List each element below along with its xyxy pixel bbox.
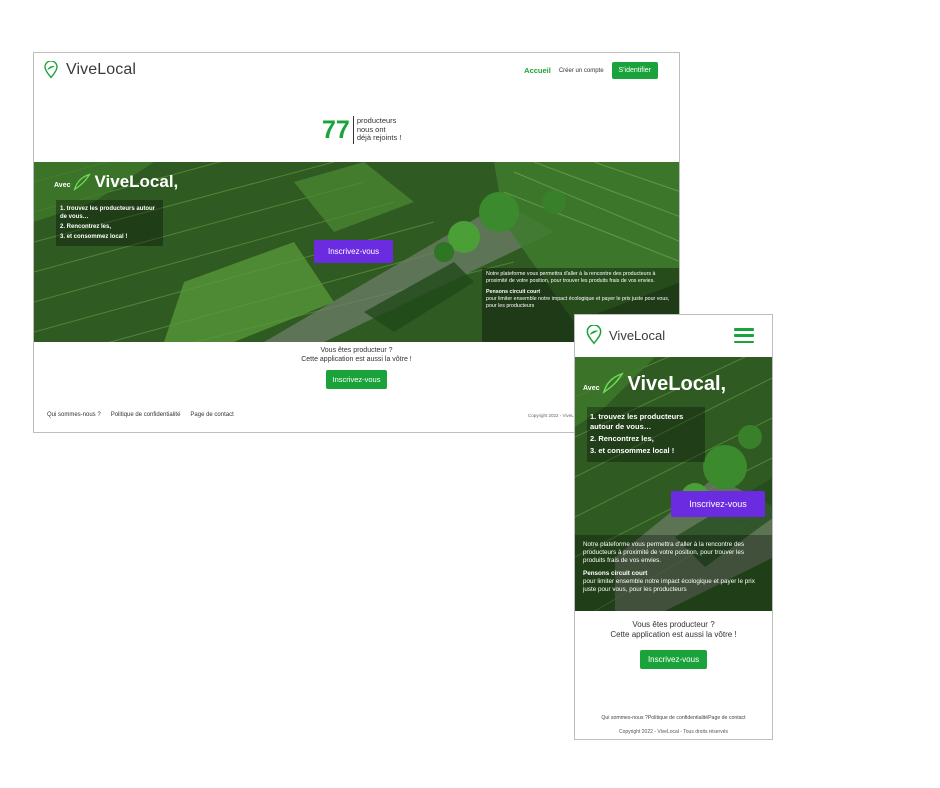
producer-signup-button[interactable]: Inscrivez-vous bbox=[325, 369, 388, 389]
info-text: Notre plateforme vous permettra d'aller … bbox=[583, 541, 745, 565]
hero-brand-title: ViveLocal, bbox=[94, 172, 179, 191]
nav-signup-link[interactable]: Créer un compte bbox=[559, 68, 604, 74]
producer-line-2: Cette application est aussi la vôtre ! bbox=[610, 630, 737, 640]
info-bold: Pensons circuit court bbox=[486, 288, 541, 295]
info-bold: Pensons circuit court bbox=[583, 569, 648, 577]
hero-steps: 1. trouvez les producteurs autour de vou… bbox=[56, 200, 163, 247]
leaf-pin-icon bbox=[44, 61, 58, 79]
mobile-hero-info-box: Notre plateforme vous permettra d'aller … bbox=[575, 535, 772, 611]
counter-number: 77 bbox=[322, 115, 350, 144]
leaf-icon bbox=[603, 372, 625, 394]
mobile-logo[interactable]: ViveLocal bbox=[584, 325, 665, 345]
mobile-producer-signup-button[interactable]: Inscrivez-vous bbox=[639, 649, 708, 669]
footer-links: Qui sommes-nous ? Politique de confident… bbox=[47, 412, 234, 418]
mobile-hero-title: Avec ViveLocal, bbox=[583, 370, 726, 396]
footer-privacy-link[interactable]: Politique de confidentialité bbox=[648, 715, 708, 721]
footer-contact-link[interactable]: Page de contact bbox=[708, 715, 746, 721]
mobile-header: ViveLocal bbox=[575, 315, 772, 357]
step-1: 1. trouvez les producteurs autour de vou… bbox=[60, 206, 156, 221]
hero-avec: Avec bbox=[54, 182, 71, 189]
step-3: 3. et consommez local ! bbox=[60, 234, 128, 241]
logo[interactable]: ViveLocal bbox=[42, 61, 136, 79]
info-text: Notre plateforme vous permettra d'aller … bbox=[486, 271, 656, 284]
mobile-footer-links: Qui sommes-nous ?Politique de confidenti… bbox=[575, 715, 772, 721]
desktop-header: ViveLocal Accueil Créer un compte S'iden… bbox=[34, 53, 679, 89]
main-nav: Accueil Créer un compte S'identifier bbox=[524, 62, 658, 79]
hamburger-menu-icon[interactable] bbox=[734, 328, 754, 343]
login-button[interactable]: S'identifier bbox=[611, 62, 658, 79]
hero-title: Avec ViveLocal, bbox=[54, 172, 178, 192]
hero-brand-title: ViveLocal, bbox=[627, 373, 727, 395]
nav-home-link[interactable]: Accueil bbox=[524, 66, 551, 75]
step-1: 1. trouvez les producteurs autour de vou… bbox=[590, 412, 684, 432]
producer-line-1: Vous êtes producteur ? bbox=[632, 620, 715, 629]
brand-name: ViveLocal bbox=[609, 327, 666, 343]
footer-contact-link[interactable]: Page de contact bbox=[190, 412, 233, 418]
brand-name: ViveLocal bbox=[66, 61, 136, 78]
info-text-2: pour limiter ensemble notre impact écolo… bbox=[583, 577, 755, 593]
mobile-hero-signup-button[interactable]: Inscrivez-vous bbox=[671, 491, 765, 517]
leaf-pin-icon bbox=[586, 325, 602, 345]
footer-about-link[interactable]: Qui sommes-nous ? bbox=[601, 715, 647, 721]
counter-line-3: déjà rejoints ! bbox=[356, 133, 402, 143]
footer-privacy-link[interactable]: Politique de confidentialité bbox=[111, 412, 181, 418]
footer-about-link[interactable]: Qui sommes-nous ? bbox=[47, 412, 101, 418]
counter-divider bbox=[352, 116, 354, 144]
mobile-mockup: ViveLocal Avec ViveLocal, 1. trouvez les… bbox=[574, 314, 773, 740]
mobile-hero-banner: Avec ViveLocal, 1. trouvez les producteu… bbox=[575, 357, 772, 611]
info-text-2: pour limiter ensemble notre impact écolo… bbox=[486, 295, 670, 309]
producer-counter: 77 producteurs nous ont déjà rejoints ! bbox=[322, 116, 401, 144]
mobile-producer-section: Vous êtes producteur ? Cette application… bbox=[575, 620, 772, 669]
step-2: 2. Rencontrez les, bbox=[60, 224, 112, 231]
mobile-hero-steps: 1. trouvez les producteurs autour de vou… bbox=[587, 407, 705, 462]
counter-text: producteurs nous ont déjà rejoints ! bbox=[356, 117, 402, 143]
hero-avec: Avec bbox=[583, 385, 600, 392]
step-3: 3. et consommez local ! bbox=[590, 446, 675, 456]
leaf-icon bbox=[73, 173, 92, 191]
hero-signup-button[interactable]: Inscrivez-vous bbox=[314, 240, 394, 263]
step-2: 2. Rencontrez les, bbox=[590, 434, 654, 444]
mobile-footer-copyright: Copyright 2022 - ViveLocal - Tous droits… bbox=[618, 729, 729, 735]
